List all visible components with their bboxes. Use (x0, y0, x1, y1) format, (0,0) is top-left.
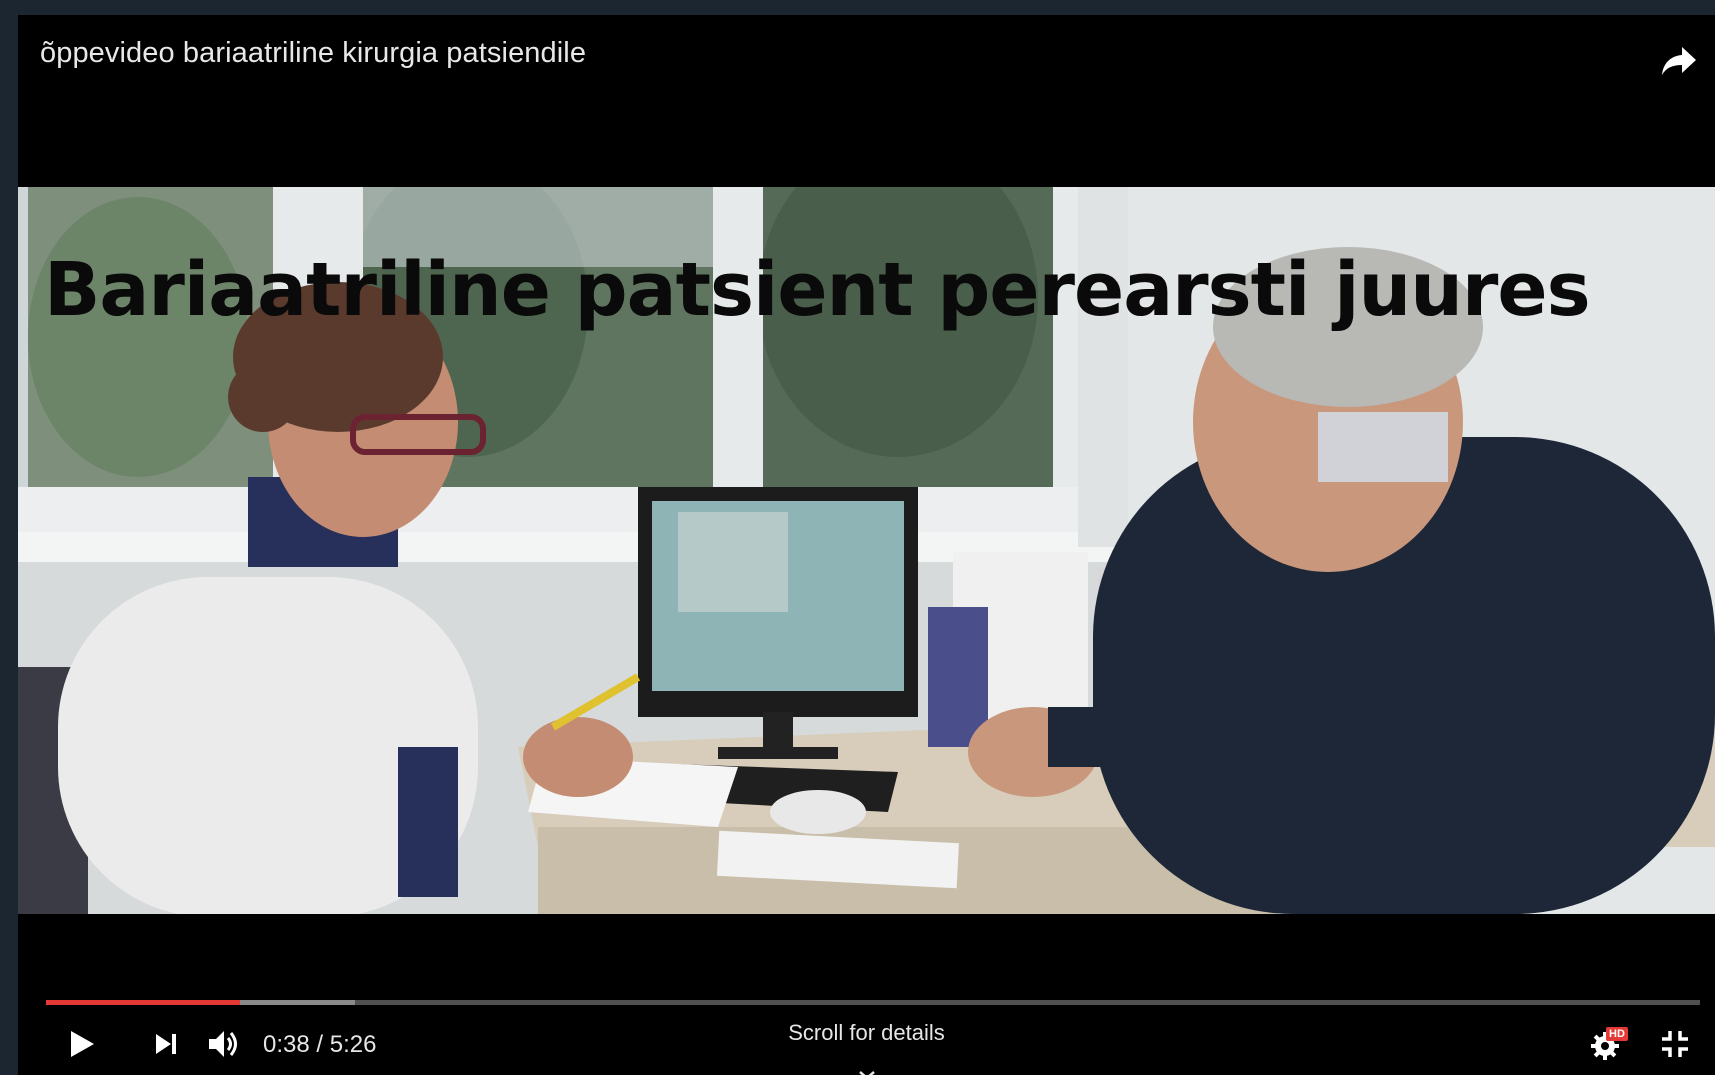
exit-fullscreen-icon (1662, 1031, 1688, 1057)
chevron-down-icon (858, 1071, 875, 1075)
exit-fullscreen-button[interactable] (1655, 1022, 1695, 1066)
video-player[interactable]: õppevideo bariaatriline kirurgia patsien… (18, 15, 1715, 1075)
share-icon (1662, 47, 1696, 75)
scroll-for-details[interactable]: Scroll for details (18, 1020, 1715, 1075)
video-title[interactable]: õppevideo bariaatriline kirurgia patsien… (40, 37, 586, 70)
control-bar: 0:38 / 5:26 Scroll for details HD (18, 1000, 1715, 1075)
video-frame[interactable]: Bariaatriline patsient perearsti juures (18, 187, 1715, 914)
settings-button[interactable]: HD (1586, 1022, 1634, 1066)
progress-played (46, 1000, 240, 1005)
scroll-hint-label: Scroll for details (788, 1020, 945, 1045)
hd-badge: HD (1606, 1027, 1628, 1041)
share-button[interactable] (1657, 39, 1701, 83)
overlay-title: Bariaatriline patsient perearsti juures (44, 247, 1591, 333)
title-bar: õppevideo bariaatriline kirurgia patsien… (18, 15, 1715, 95)
progress-bar[interactable] (46, 1000, 1700, 1005)
